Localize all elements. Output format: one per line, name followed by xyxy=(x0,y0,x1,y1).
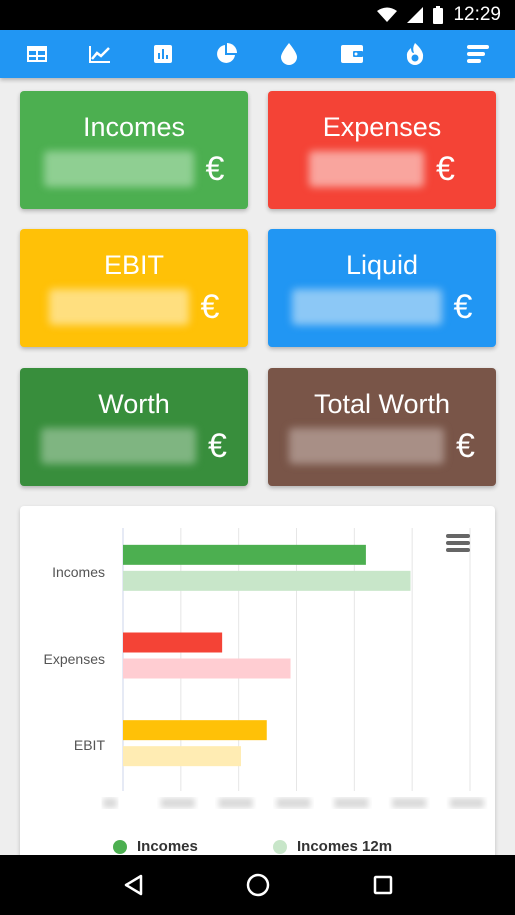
total-worth-card-title: Total Worth xyxy=(313,389,451,419)
ebit-card-title: EBIT xyxy=(103,250,164,280)
wifi-icon xyxy=(377,7,398,22)
menu-icon[interactable] xyxy=(458,34,498,74)
recents-icon[interactable] xyxy=(363,865,403,905)
total-worth-value-blurred xyxy=(289,428,445,464)
total-worth-currency: € xyxy=(456,427,475,465)
status-bar: 12:29 xyxy=(0,0,515,30)
legend-label: Incomes xyxy=(137,838,198,855)
x-tick-label-obscured xyxy=(160,798,195,808)
legend-item-incomes-12m[interactable]: Incomes 12m xyxy=(273,838,392,855)
ebit-value-blurred xyxy=(48,289,189,325)
status-time: 12:29 xyxy=(453,4,501,25)
expenses-value-blurred xyxy=(309,151,425,187)
chart-card: Incomes Expenses EBIT xyxy=(20,506,495,866)
chart-legend: Incomes Incomes 12m xyxy=(0,830,515,855)
x-tick-label-obscured xyxy=(218,798,253,808)
incomes-value-blurred xyxy=(43,151,194,187)
legend-label: Incomes 12m xyxy=(297,838,393,855)
bar-incomes-series-0[interactable] xyxy=(123,544,366,565)
back-icon[interactable] xyxy=(113,865,153,905)
ebit-card[interactable]: EBIT € xyxy=(20,229,248,347)
total-worth-card[interactable]: Total Worth € xyxy=(268,368,496,486)
incomes-card[interactable]: Incomes € xyxy=(20,91,248,209)
liquid-card-title: Liquid xyxy=(345,250,419,280)
expenses-card-title: Expenses xyxy=(322,112,442,142)
legend-dot xyxy=(273,839,287,854)
bar-chart-icon[interactable] xyxy=(143,34,183,74)
legend-item-incomes[interactable]: Incomes xyxy=(113,838,198,855)
x-tick-label-obscured xyxy=(392,798,427,808)
incomes-currency: € xyxy=(205,150,225,188)
liquid-card[interactable]: Liquid € xyxy=(268,229,496,347)
bar-chart xyxy=(103,528,484,808)
category-label: Expenses xyxy=(43,651,105,667)
ebit-currency: € xyxy=(200,288,220,326)
bar-ebit-series-1[interactable] xyxy=(123,746,241,767)
worth-value-blurred xyxy=(41,428,197,464)
toolbar xyxy=(0,30,515,78)
category-label: EBIT xyxy=(73,737,105,753)
trend-icon[interactable] xyxy=(80,34,120,74)
bar-ebit-series-0[interactable] xyxy=(123,720,267,741)
expenses-currency: € xyxy=(436,150,455,188)
battery-icon xyxy=(433,6,444,24)
x-tick-label-obscured xyxy=(450,798,484,808)
worth-card[interactable]: Worth € xyxy=(20,368,248,486)
wallet-icon[interactable] xyxy=(332,34,372,74)
fire-icon[interactable] xyxy=(395,34,435,74)
x-tick-label-obscured xyxy=(103,798,117,808)
legend-dot xyxy=(113,839,127,854)
signal-icon xyxy=(407,7,424,23)
worth-currency: € xyxy=(208,427,227,465)
category-label: Incomes xyxy=(52,564,105,580)
expenses-card[interactable]: Expenses € xyxy=(268,91,496,209)
worth-card-title: Worth xyxy=(98,389,170,419)
home-icon[interactable] xyxy=(238,865,278,905)
drop-icon[interactable] xyxy=(269,34,309,74)
liquid-currency: € xyxy=(453,288,473,326)
android-nav-bar xyxy=(0,855,515,915)
x-tick-label-obscured xyxy=(276,798,311,808)
pie-chart-icon[interactable] xyxy=(206,34,246,74)
bar-expenses-series-0[interactable] xyxy=(123,632,223,653)
incomes-card-title: Incomes xyxy=(82,112,186,142)
liquid-value-blurred xyxy=(291,289,442,325)
bar-incomes-series-1[interactable] xyxy=(123,570,411,591)
x-tick-label-obscured xyxy=(334,798,369,808)
bar-expenses-series-1[interactable] xyxy=(123,658,291,679)
table-icon[interactable] xyxy=(17,34,57,74)
chart-menu-icon[interactable] xyxy=(446,534,470,554)
